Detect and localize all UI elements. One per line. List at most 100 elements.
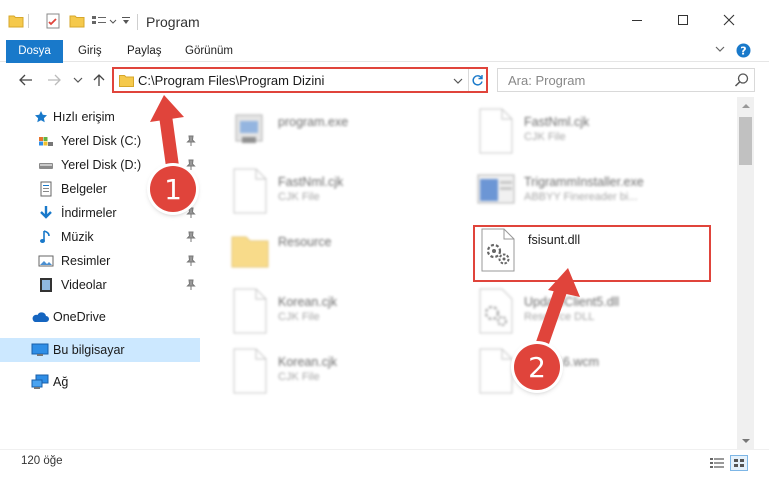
up-button[interactable] bbox=[91, 71, 107, 89]
network-icon bbox=[31, 373, 49, 391]
large-icons-view-icon[interactable] bbox=[730, 455, 748, 471]
generic-file-icon bbox=[474, 347, 518, 395]
download-icon bbox=[37, 204, 55, 222]
refresh-button[interactable] bbox=[468, 69, 486, 91]
pictures-icon bbox=[37, 252, 55, 270]
sidebar-item-label: Yerel Disk (C:) bbox=[61, 134, 142, 148]
status-bar: 120 öğe bbox=[0, 449, 769, 487]
sidebar-item-label: İndirmeler bbox=[61, 206, 117, 220]
search-box[interactable]: Ara: Program bbox=[497, 68, 755, 92]
search-icon[interactable] bbox=[734, 72, 750, 91]
list-item[interactable]: TrigrammInstaller.exe ABBYY Finereader b… bbox=[474, 167, 724, 221]
sidebar-item-label: Ağ bbox=[53, 375, 69, 389]
sidebar-item-music[interactable]: Müzik bbox=[0, 225, 200, 249]
list-item[interactable]: StWP16.wcm File bbox=[474, 347, 724, 401]
pin-icon[interactable] bbox=[186, 135, 196, 150]
file-highlight-box bbox=[473, 225, 711, 282]
recent-locations-button[interactable] bbox=[70, 71, 86, 89]
properties-icon[interactable] bbox=[46, 11, 60, 31]
videos-icon bbox=[37, 276, 55, 294]
sidebar-item-this-pc[interactable]: Bu bilgisayar bbox=[0, 338, 200, 362]
file-type: CJK File bbox=[278, 371, 320, 383]
sidebar-item-local-disk-c[interactable]: Yerel Disk (C:) bbox=[0, 129, 200, 153]
list-item[interactable]: Resource bbox=[228, 227, 478, 281]
address-bar[interactable]: C:\Program Files\Program Dizini bbox=[112, 67, 488, 93]
customize-toolbar-icon[interactable] bbox=[121, 11, 131, 31]
ribbon-expand-icon[interactable] bbox=[714, 41, 726, 63]
sidebar-item-quick-access[interactable]: Hızlı erişim bbox=[0, 105, 200, 129]
dll-gear-icon bbox=[474, 287, 518, 335]
back-button[interactable] bbox=[18, 71, 34, 89]
pin-icon[interactable] bbox=[186, 279, 196, 294]
file-type: ABBYY Finereader bi... bbox=[524, 191, 638, 203]
tab-view[interactable]: Görünüm bbox=[185, 40, 233, 62]
svg-text:?: ? bbox=[740, 45, 746, 58]
sidebar-item-network[interactable]: Ağ bbox=[0, 370, 200, 394]
minimize-button[interactable] bbox=[614, 0, 660, 40]
search-input[interactable]: Ara: Program bbox=[508, 73, 585, 88]
list-item[interactable]: program.exe bbox=[228, 107, 478, 161]
file-name: Resource bbox=[278, 235, 332, 249]
close-button[interactable] bbox=[706, 0, 752, 40]
tab-share[interactable]: Paylaş bbox=[127, 40, 162, 62]
exe-icon bbox=[228, 107, 272, 155]
forward-button[interactable] bbox=[46, 71, 62, 89]
help-icon[interactable]: ? bbox=[736, 43, 751, 65]
sidebar-item-label: Hızlı erişim bbox=[53, 110, 115, 124]
drive-c-icon bbox=[37, 132, 55, 150]
address-path[interactable]: C:\Program Files\Program Dizini bbox=[138, 73, 324, 88]
details-view-icon[interactable] bbox=[708, 455, 726, 471]
view-options-icon[interactable] bbox=[91, 11, 119, 31]
sidebar-item-label: OneDrive bbox=[53, 310, 106, 324]
list-item[interactable]: Korean.cjk CJK File bbox=[228, 287, 478, 341]
list-item[interactable]: FastNml.cjk CJK File bbox=[228, 167, 478, 221]
item-count: 120 öğe bbox=[21, 455, 63, 467]
step-badge-2: 2 bbox=[514, 344, 560, 390]
file-name: Korean.cjk bbox=[278, 355, 338, 369]
installer-icon bbox=[474, 167, 518, 215]
sidebar-item-label: Müzik bbox=[61, 230, 94, 244]
generic-file-icon bbox=[228, 347, 272, 395]
star-icon bbox=[32, 108, 50, 126]
step-badge-1: 1 bbox=[150, 166, 196, 212]
pin-icon[interactable] bbox=[186, 207, 196, 222]
file-type: CJK File bbox=[278, 311, 320, 323]
file-name: FastNml.cjk bbox=[278, 175, 344, 189]
scroll-down-icon[interactable] bbox=[737, 432, 754, 449]
title-bar: Program bbox=[0, 0, 769, 40]
file-name: UpdateClient5.dll bbox=[524, 295, 620, 309]
file-type: CJK File bbox=[524, 131, 566, 143]
pin-icon[interactable] bbox=[186, 255, 196, 270]
sidebar-item-label: Bu bilgisayar bbox=[53, 343, 125, 357]
folder-icon bbox=[8, 11, 24, 31]
list-item[interactable]: FastNml.cjk CJK File bbox=[474, 107, 724, 161]
list-item[interactable]: Korean.cjk CJK File bbox=[228, 347, 478, 401]
address-dropdown-icon[interactable] bbox=[451, 73, 465, 89]
vertical-scrollbar[interactable] bbox=[737, 97, 754, 449]
file-name: program.exe bbox=[278, 115, 349, 129]
generic-file-icon bbox=[228, 287, 272, 335]
file-type: Resource DLL bbox=[524, 311, 595, 323]
pin-icon[interactable] bbox=[186, 231, 196, 246]
sidebar-item-label: Belgeler bbox=[61, 182, 107, 196]
scroll-thumb[interactable] bbox=[739, 117, 752, 165]
ribbon-tabs: Dosya Giriş Paylaş Görünüm ? bbox=[0, 40, 769, 94]
window-title: Program bbox=[146, 14, 200, 30]
drive-icon bbox=[37, 156, 55, 174]
list-item[interactable]: UpdateClient5.dll Resource DLL bbox=[474, 287, 724, 341]
folder-icon bbox=[228, 227, 272, 275]
music-icon bbox=[37, 228, 55, 246]
sidebar-item-videos[interactable]: Videolar bbox=[0, 273, 200, 297]
file-name: FastNml.cjk bbox=[524, 115, 590, 129]
new-folder-icon[interactable] bbox=[69, 11, 85, 31]
divider bbox=[28, 14, 29, 28]
folder-icon bbox=[119, 74, 134, 90]
maximize-button[interactable] bbox=[660, 0, 706, 40]
sidebar-item-pictures[interactable]: Resimler bbox=[0, 249, 200, 273]
documents-icon bbox=[37, 180, 55, 198]
file-name: Korean.cjk bbox=[278, 295, 338, 309]
this-pc-icon bbox=[31, 341, 49, 359]
tab-home[interactable]: Giriş bbox=[78, 40, 102, 62]
sidebar-item-onedrive[interactable]: OneDrive bbox=[0, 305, 200, 329]
scroll-up-icon[interactable] bbox=[737, 97, 754, 114]
